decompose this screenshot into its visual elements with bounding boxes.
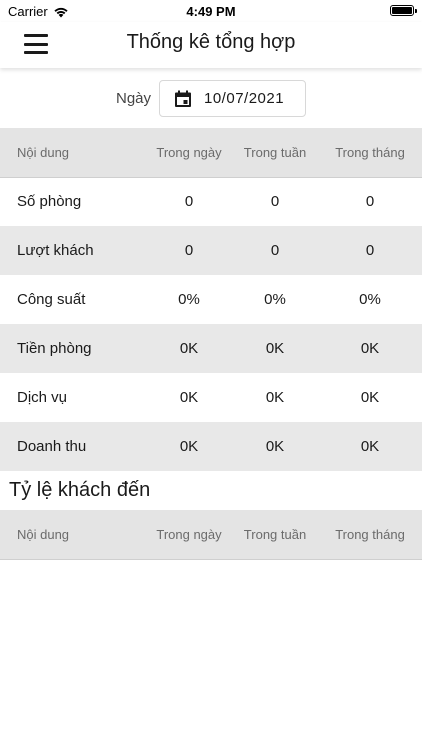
nav-bar: Thống kê tổng hợp — [0, 22, 422, 68]
column-header-content: Nội dung — [0, 510, 146, 560]
row-week-value: 0K — [265, 340, 285, 357]
calendar-icon — [175, 90, 191, 107]
summary-table: Nội dung Trong ngày Trong tuần Trong thá… — [0, 128, 422, 471]
table-row: Doanh thu 0K 0K 0K — [0, 422, 422, 471]
row-month-value: 0 — [365, 242, 375, 259]
row-day-value: 0K — [179, 389, 199, 406]
date-value: 10/07/2021 — [204, 90, 285, 107]
column-header-week: Trong tuần — [232, 128, 318, 178]
row-day-value: 0K — [179, 438, 199, 455]
table-header-row: Nội dung Trong ngày Trong tuần Trong thá… — [0, 510, 422, 560]
row-day-value: 0 — [184, 242, 194, 259]
table-row: Số phòng 0 0 0 — [0, 177, 422, 226]
column-header-month: Trong tháng — [318, 128, 422, 178]
table-header-row: Nội dung Trong ngày Trong tuần Trong thá… — [0, 128, 422, 178]
table-row: Công suất 0% 0% 0% — [0, 275, 422, 324]
row-month-value: 0K — [360, 340, 380, 357]
battery-icon — [390, 5, 417, 16]
column-header-day: Trong ngày — [146, 510, 232, 560]
row-month-value: 0% — [359, 291, 381, 308]
row-month-value: 0K — [360, 389, 380, 406]
column-header-day: Trong ngày — [146, 128, 232, 178]
column-header-week: Trong tuần — [232, 510, 318, 560]
table-row: Dịch vụ 0K 0K 0K — [0, 373, 422, 422]
date-filter: Ngày 10/07/2021 — [0, 68, 422, 128]
column-header-content: Nội dung — [0, 128, 146, 178]
row-label: Dịch vụ — [17, 389, 68, 406]
table-row: Lượt khách 0 0 0 — [0, 226, 422, 275]
row-label: Số phòng — [17, 193, 82, 211]
row-month-value: 0K — [360, 438, 380, 455]
date-label: Ngày — [116, 90, 152, 107]
table-row: Tiền phòng 0K 0K 0K — [0, 324, 422, 373]
row-week-value: 0 — [270, 242, 280, 259]
guest-ratio-table: Nội dung Trong ngày Trong tuần Trong thá… — [0, 510, 422, 560]
row-day-value: 0K — [179, 340, 199, 357]
column-header-month: Trong tháng — [318, 510, 422, 560]
status-time: 4:49 PM — [186, 4, 236, 19]
page-title: Thống kê tổng hợp — [126, 31, 296, 53]
row-label: Doanh thu — [17, 438, 87, 455]
guest-ratio-title: Tỷ lệ khách đến — [9, 479, 151, 501]
row-month-value: 0 — [365, 193, 375, 211]
row-label: Tiền phòng — [17, 340, 92, 357]
row-week-value: 0K — [265, 389, 285, 406]
date-picker-button[interactable]: 10/07/2021 — [159, 80, 306, 117]
row-day-value: 0% — [178, 291, 200, 308]
row-week-value: 0K — [265, 438, 285, 455]
row-week-value: 0 — [270, 193, 280, 211]
status-bar: Carrier 4:49 PM — [0, 0, 422, 22]
row-label: Lượt khách — [17, 242, 94, 259]
row-week-value: 0% — [264, 291, 286, 308]
row-day-value: 0 — [184, 193, 194, 211]
row-label: Công suất — [17, 291, 86, 308]
